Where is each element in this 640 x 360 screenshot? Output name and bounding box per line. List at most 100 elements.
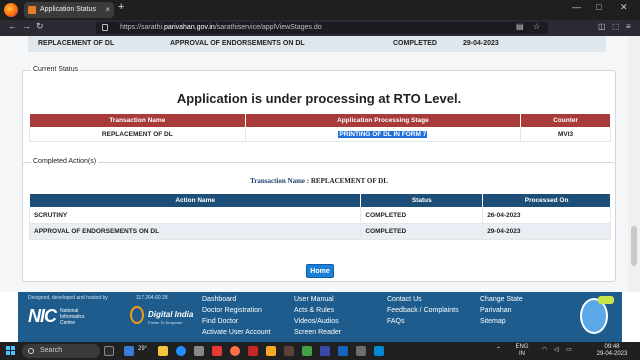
prev-transaction: REPLACEMENT OF DL bbox=[38, 40, 115, 47]
extensions-icon[interactable]: ⬚ bbox=[612, 22, 620, 31]
edge-icon[interactable] bbox=[176, 346, 186, 356]
taskbar-search[interactable]: Search bbox=[22, 344, 100, 358]
widgets-icon[interactable] bbox=[124, 346, 134, 356]
cell-stage: PRINTING OF DL IN FORM 7 bbox=[244, 127, 522, 142]
lock-icon bbox=[102, 24, 108, 31]
page-scrollbar[interactable] bbox=[628, 36, 640, 292]
windows-start-icon[interactable] bbox=[6, 346, 16, 356]
page-content: REPLACEMENT OF DL APPROVAL OF ENDORSEMEN… bbox=[0, 36, 628, 292]
cell-action: SCRUTINY bbox=[28, 207, 362, 224]
cell-date: 29-04-2023 bbox=[482, 223, 611, 240]
current-status-table: Transaction Name Application Processing … bbox=[29, 113, 611, 142]
clock-date: 29-04-2023 bbox=[596, 351, 628, 357]
task-view-icon[interactable] bbox=[104, 346, 114, 356]
footer-link-sitemap[interactable]: Sitemap bbox=[480, 318, 506, 325]
app-icon[interactable] bbox=[374, 346, 384, 356]
reload-icon[interactable]: ↻ bbox=[36, 21, 44, 32]
nic-logo: NIC bbox=[28, 306, 57, 326]
app-icon[interactable] bbox=[302, 346, 312, 356]
home-button[interactable]: Home bbox=[306, 264, 334, 278]
completed-actions-table: Action Name Status Processed On SCRUTINY… bbox=[28, 193, 611, 240]
app-icon[interactable] bbox=[338, 346, 348, 356]
store-icon[interactable] bbox=[194, 346, 204, 356]
region-code: IN bbox=[519, 351, 525, 357]
cell-counter: MVI3 bbox=[520, 127, 611, 142]
tab-application-status[interactable]: Application Status × bbox=[24, 2, 114, 18]
file-explorer-icon[interactable] bbox=[158, 346, 168, 356]
nic-logo-text: National Informatics Centre bbox=[60, 308, 84, 326]
table-row: APPROVAL OF ENDORSEMENTS ON DL COMPLETED… bbox=[28, 223, 611, 240]
col-transaction-name: Transaction Name bbox=[29, 113, 246, 128]
browser-tab-bar: Application Status × + — □ ✕ bbox=[0, 0, 640, 20]
footer-link-dashboard[interactable]: Dashboard bbox=[202, 296, 236, 303]
language-code: ENG bbox=[515, 344, 529, 350]
clock-time: 09:48 bbox=[604, 344, 620, 350]
footer-link-feedback[interactable]: Feedback / Complaints bbox=[387, 307, 459, 314]
back-arrow-icon[interactable]: ← bbox=[8, 21, 17, 31]
speaker-icon[interactable]: ◁ bbox=[554, 347, 559, 354]
txn-value: REPLACEMENT OF DL bbox=[310, 177, 388, 185]
pocket-icon[interactable]: ◫ bbox=[598, 22, 606, 31]
tab-title: Application Status bbox=[40, 6, 97, 13]
mascot-badge-icon bbox=[598, 296, 614, 304]
tray-chevron-icon[interactable]: ⌃ bbox=[496, 347, 501, 354]
footer-link-find-doctor[interactable]: Find Doctor bbox=[202, 318, 238, 325]
app-icon[interactable] bbox=[266, 346, 276, 356]
scrollbar-thumb[interactable] bbox=[631, 226, 637, 266]
current-status-title: Current Status bbox=[31, 66, 81, 73]
col-status: Status bbox=[360, 193, 484, 208]
footer-link-activate-account[interactable]: Activate User Account bbox=[202, 329, 270, 336]
url-prefix: https://sarathi. bbox=[120, 24, 164, 31]
status-headline: Application is under processing at RTO L… bbox=[176, 91, 462, 106]
previous-action-row: REPLACEMENT OF DL APPROVAL OF ENDORSEMEN… bbox=[28, 36, 606, 52]
translate-icon[interactable]: ▤ bbox=[516, 22, 524, 31]
forward-arrow-icon[interactable]: → bbox=[22, 21, 31, 31]
site-footer: Designed, developed and hosted by 117.20… bbox=[18, 292, 622, 342]
ip-address: 117.204.60.28 bbox=[136, 295, 168, 301]
url-path: /sarathiservice/applViewStages.do bbox=[214, 24, 322, 31]
cell-transaction: REPLACEMENT OF DL bbox=[29, 127, 246, 142]
cell-status: COMPLETED bbox=[360, 207, 484, 224]
prev-date: 29-04-2023 bbox=[463, 40, 499, 47]
footer-link-screen-reader[interactable]: Screen Reader bbox=[294, 329, 341, 336]
col-action-name: Action Name bbox=[28, 193, 362, 208]
col-processing-stage: Application Processing Stage bbox=[244, 113, 522, 128]
wifi-icon[interactable]: ◠ bbox=[542, 347, 547, 354]
footer-link-acts-rules[interactable]: Acts & Rules bbox=[294, 307, 334, 314]
footer-link-parivahan[interactable]: Parivahan bbox=[480, 307, 512, 314]
firefox-icon[interactable] bbox=[4, 3, 18, 17]
digital-india-logo: Digital India bbox=[148, 310, 194, 319]
developed-by-text: Designed, developed and hosted by bbox=[28, 295, 108, 301]
col-counter: Counter bbox=[520, 113, 611, 128]
footer-link-contact-us[interactable]: Contact Us bbox=[387, 296, 422, 303]
clock[interactable]: 09:48 29-04-2023 bbox=[594, 344, 630, 358]
footer-link-faqs[interactable]: FAQs bbox=[387, 318, 405, 325]
col-processed-on: Processed On bbox=[482, 193, 611, 208]
firefox-taskbar-icon[interactable] bbox=[230, 346, 240, 356]
search-placeholder: Search bbox=[40, 347, 63, 354]
completed-actions-title: Completed Action(s) bbox=[31, 158, 99, 165]
table-row: SCRUTINY COMPLETED 26-04-2023 bbox=[28, 207, 611, 224]
close-window-button[interactable]: ✕ bbox=[620, 2, 628, 13]
maximize-button[interactable]: □ bbox=[596, 2, 601, 12]
app-icon[interactable] bbox=[320, 346, 330, 356]
menu-icon[interactable]: ≡ bbox=[626, 22, 631, 31]
tab-close-icon[interactable]: × bbox=[105, 2, 110, 18]
app-icon[interactable] bbox=[284, 346, 294, 356]
battery-icon[interactable]: ▭ bbox=[566, 347, 572, 354]
youtube-icon[interactable] bbox=[212, 346, 222, 356]
footer-link-user-manual[interactable]: User Manual bbox=[294, 296, 334, 303]
language-indicator[interactable]: ENG IN bbox=[512, 344, 532, 358]
minimize-button[interactable]: — bbox=[572, 2, 581, 12]
cell-date: 26-04-2023 bbox=[482, 207, 611, 224]
windows-taskbar: Search 29° ⌃ ENG IN ◠ ◁ ▭ 09:48 29-04-20… bbox=[0, 342, 640, 360]
footer-link-change-state[interactable]: Change State bbox=[480, 296, 523, 303]
new-tab-button[interactable]: + bbox=[118, 1, 124, 13]
bookmark-star-icon[interactable]: ☆ bbox=[533, 22, 540, 31]
app-icon[interactable] bbox=[356, 346, 366, 356]
app-icon[interactable] bbox=[248, 346, 258, 356]
footer-link-videos-audios[interactable]: Videos/Audios bbox=[294, 318, 339, 325]
address-bar[interactable]: https://sarathi.parivahan.gov.in/sarathi… bbox=[96, 22, 548, 34]
completed-txn-name: Transaction Name : REPLACEMENT OF DL bbox=[23, 177, 615, 185]
footer-link-doctor-registration[interactable]: Doctor Registration bbox=[202, 307, 262, 314]
